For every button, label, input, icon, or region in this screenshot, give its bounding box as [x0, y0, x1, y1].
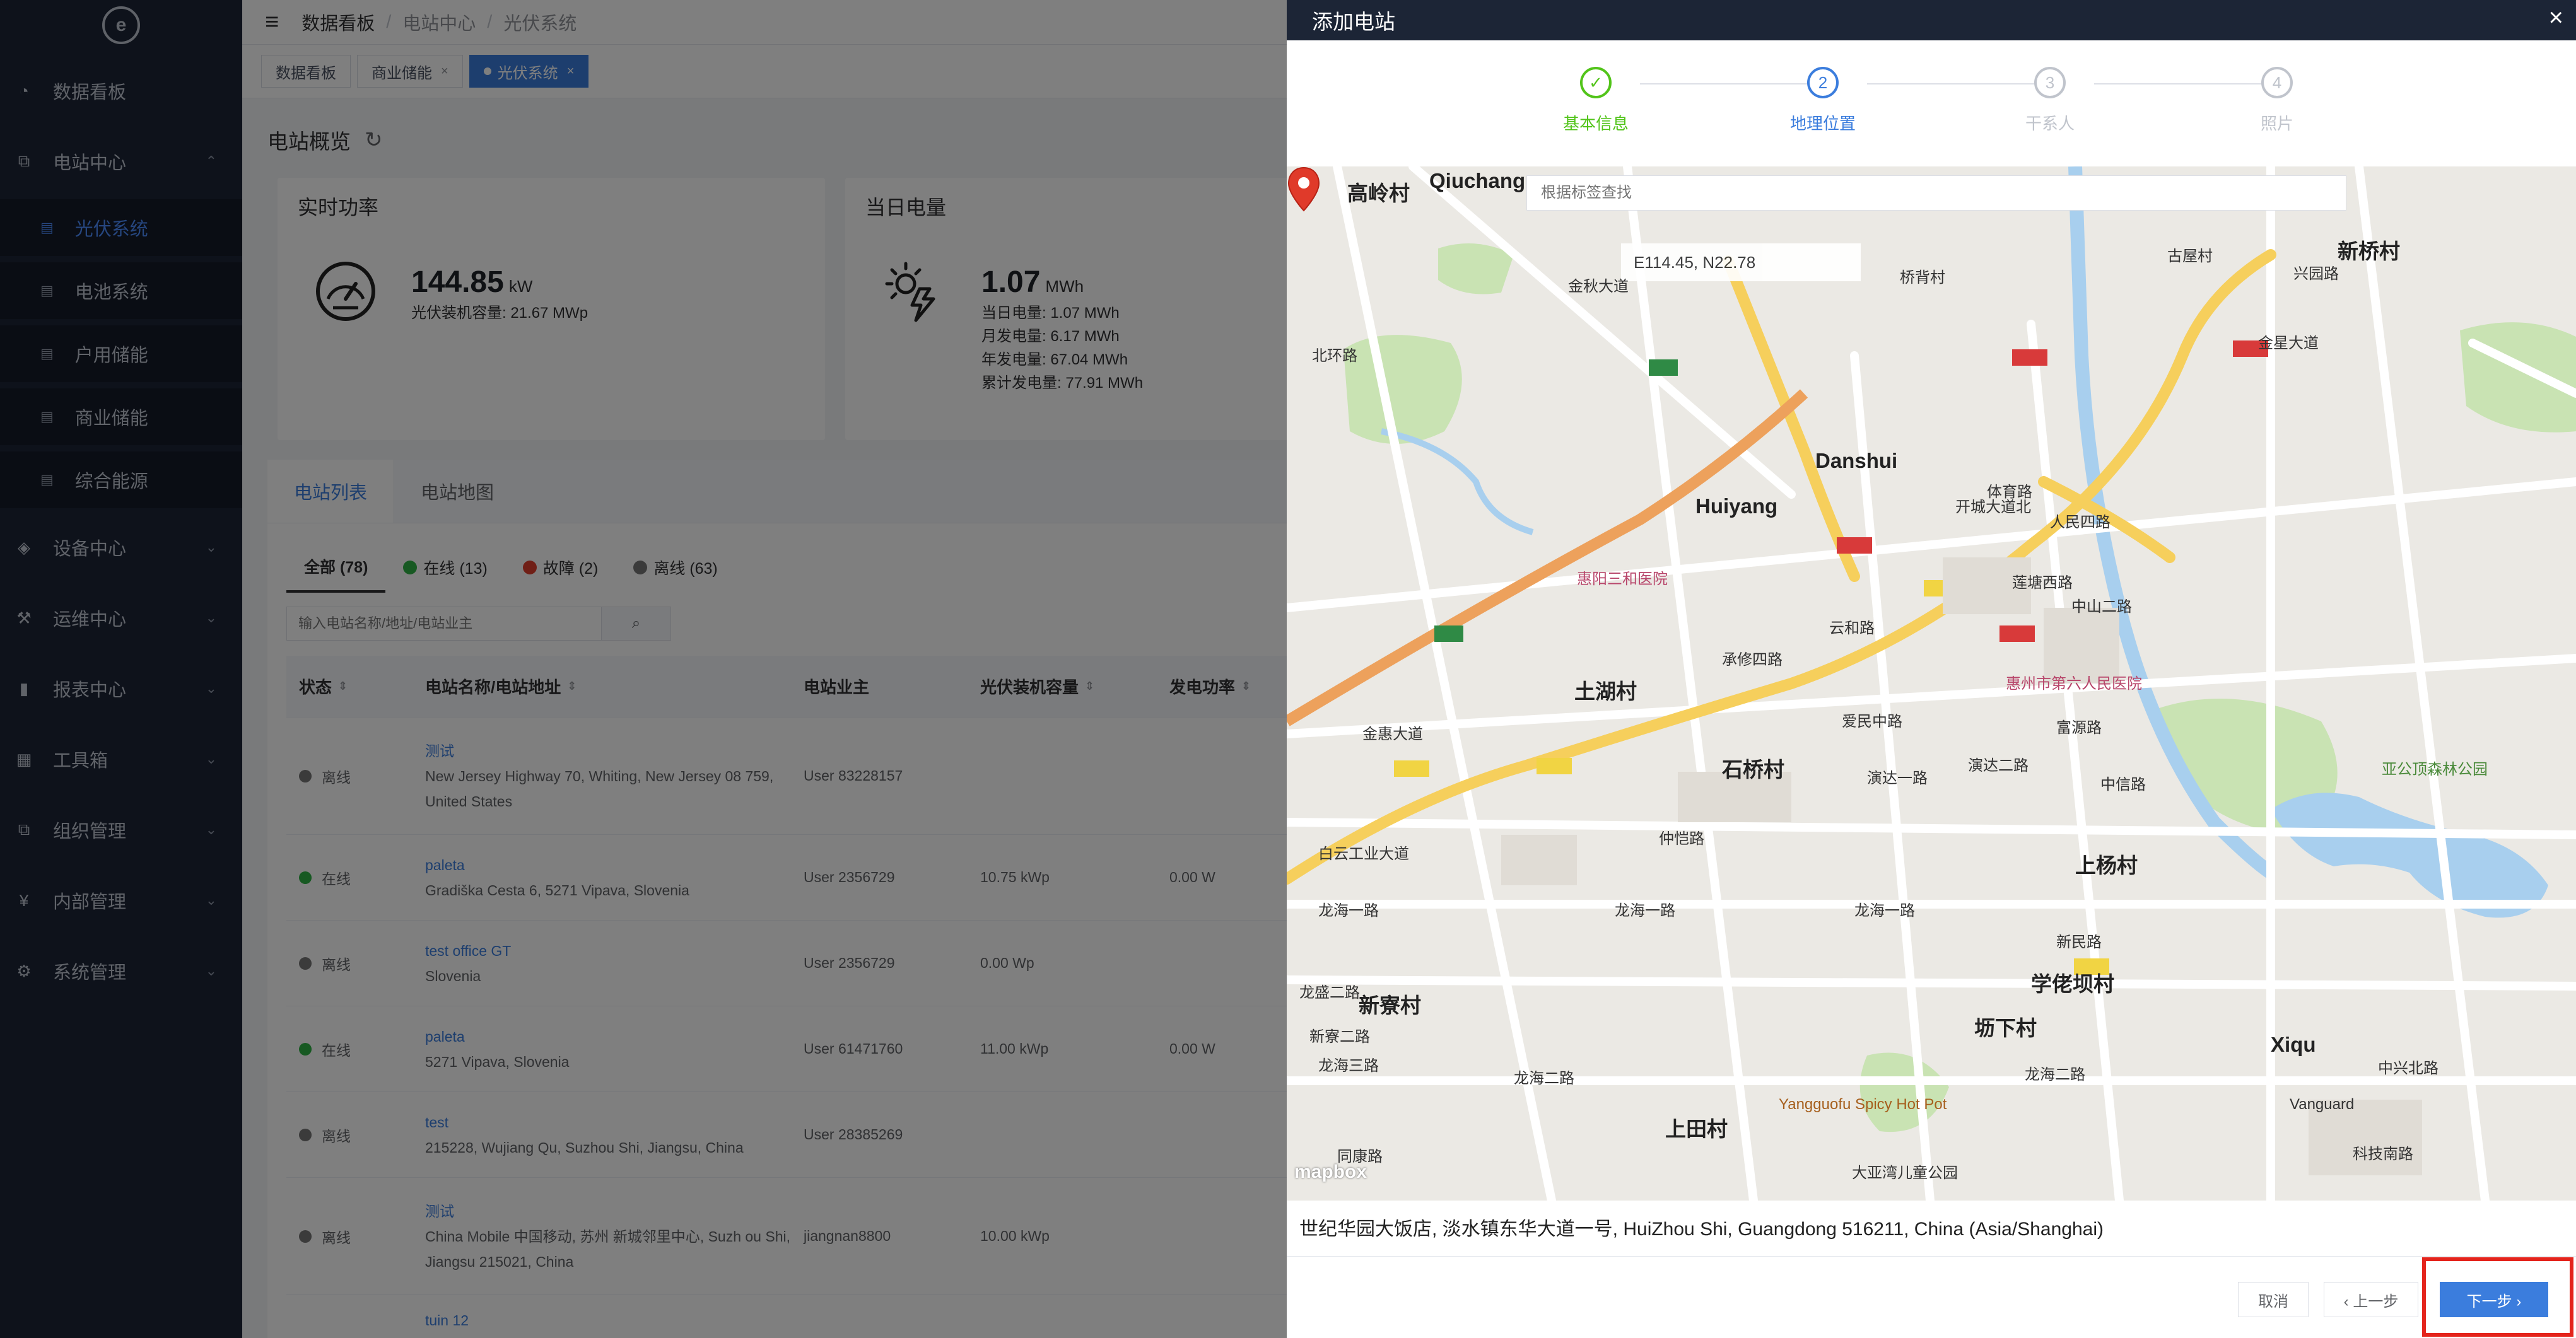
map-label: Yangguofu Spicy Hot Pot [1779, 1096, 1947, 1113]
map-label: 金秋大道 [1568, 278, 1629, 295]
map-label: 莲塘西路 [2012, 574, 2073, 591]
drawer-header: 添加电站 × [1287, 0, 2576, 40]
step-photos: 4 照片 [2182, 67, 2372, 134]
map-label: 承修四路 [1722, 651, 1783, 668]
map-label: 大亚湾儿童公园 [1852, 1165, 1958, 1182]
map-label: 土湖村 [1574, 680, 1637, 703]
map-label: 龙海三路 [1318, 1057, 1379, 1074]
map-label: 上田村 [1665, 1117, 1728, 1141]
highlight-box [2422, 1257, 2573, 1337]
map-label: 龙海一路 [1615, 902, 1675, 919]
map-label: 古屋村 [2167, 248, 2213, 265]
map-label: 龙盛二路 [1299, 984, 1360, 1001]
map-label: 仲恺路 [1659, 830, 1704, 847]
map-label: 演达一路 [1867, 770, 1928, 787]
map-label: 中兴北路 [2378, 1060, 2438, 1077]
app-root: e ◔数据看板 ⧉电站中心⌃ ▤光伏系统 ▤电池系统 ▤户用储能 ▤商业储能 ▤… [0, 0, 2576, 1338]
map-label: 开城大道北 [1955, 499, 2031, 516]
map-label: 中山二路 [2071, 598, 2132, 615]
step-number: 4 [2261, 67, 2293, 98]
map-label: 高岭村 [1347, 182, 1410, 205]
prev-step-button[interactable]: ‹ 上一步 [2324, 1282, 2418, 1317]
map-label: 惠阳三和医院 [1577, 571, 1668, 588]
map-label: Danshui [1815, 449, 1898, 472]
map-label: 上杨村 [2075, 854, 2138, 877]
map-label: 坜下村 [1974, 1016, 2037, 1040]
map-label: Qiuchang [1429, 169, 1526, 192]
map-label: 龙海二路 [1514, 1070, 1574, 1087]
map-label: 亚公顶森林公园 [2382, 761, 2488, 778]
step-basic-info: ✓ 基本信息 [1501, 67, 1690, 134]
stepper: ✓ 基本信息 2 地理位置 3 干系人 4 照片 [1287, 40, 2576, 166]
map-label: 白云工业大道 [1318, 846, 1409, 863]
cancel-button[interactable]: 取消 [2238, 1282, 2309, 1317]
map-label: 人民四路 [2050, 514, 2111, 531]
map-label: 演达二路 [1968, 757, 2029, 774]
map-label: 龙海一路 [1318, 902, 1379, 919]
map-search [1526, 175, 2346, 211]
close-icon[interactable]: × [2549, 4, 2563, 32]
step-label: 照片 [2260, 114, 2293, 133]
map-label: Vanguard [2290, 1096, 2355, 1113]
add-station-drawer: 添加电站 × ✓ 基本信息 2 地理位置 3 干系人 4 照片 根据标签查找 E… [1287, 0, 2576, 1338]
coordinates-readout: E114.45, N22.78 [1621, 243, 1861, 281]
map-label: 学佬坝村 [2031, 972, 2114, 996]
map-label: Xiqu [2271, 1033, 2316, 1056]
map-label: 科技南路 [2353, 1146, 2413, 1163]
map-label: 兴园路 [2293, 265, 2339, 282]
map-label: 北环路 [1312, 347, 1357, 364]
step-number: 2 [1807, 67, 1839, 98]
step-label: 地理位置 [1789, 114, 1856, 133]
modal-backdrop[interactable] [0, 0, 1287, 1338]
location-map[interactable]: E114.45, N22.78 高岭村 Qiuchang 桥背村 古屋村 新桥村兴园路金… [1287, 166, 2576, 1201]
step-number: 3 [2034, 67, 2066, 98]
location-pin-icon[interactable] [1287, 166, 1321, 212]
map-canvas[interactable] [1287, 166, 2576, 1201]
step-stakeholders: 3 干系人 [1955, 67, 2145, 134]
map-label: 桥背村 [1900, 269, 1945, 286]
map-label: 龙海二路 [2025, 1066, 2085, 1083]
selected-address: 世纪华园大饭店, 淡水镇东华大道一号, HuiZhou Shi, Guangdo… [1299, 1219, 2104, 1240]
map-label: 爱民中路 [1842, 713, 1902, 730]
mapbox-logo: mapbox [1294, 1161, 1367, 1182]
map-label: 龙海一路 [1854, 902, 1915, 919]
drawer-title: 添加电站 [1312, 10, 1395, 33]
map-label: 富源路 [2056, 719, 2102, 736]
map-label: 云和路 [1829, 620, 1875, 637]
map-label: 新桥村 [2338, 240, 2400, 263]
map-label: 新寮二路 [1309, 1028, 1370, 1045]
map-search-input[interactable] [1527, 184, 2346, 202]
map-label: 新民路 [2056, 934, 2102, 951]
drawer-footer: 取消 ‹ 上一步 下一步 › [1287, 1256, 2576, 1338]
map-label: 惠州市第六人民医院 [2006, 675, 2142, 692]
step-location: 2 地理位置 [1728, 67, 1917, 134]
map-label: 石桥村 [1722, 758, 1784, 781]
map-label: 金惠大道 [1362, 726, 1423, 743]
step-label: 干系人 [2025, 114, 2075, 133]
map-label: Huiyang [1695, 494, 1778, 518]
check-icon: ✓ [1580, 67, 1612, 98]
map-label: 新寮村 [1359, 994, 1421, 1017]
step-label: 基本信息 [1562, 114, 1629, 133]
map-label: 中信路 [2100, 776, 2146, 793]
map-label: 金星大道 [2258, 335, 2319, 352]
